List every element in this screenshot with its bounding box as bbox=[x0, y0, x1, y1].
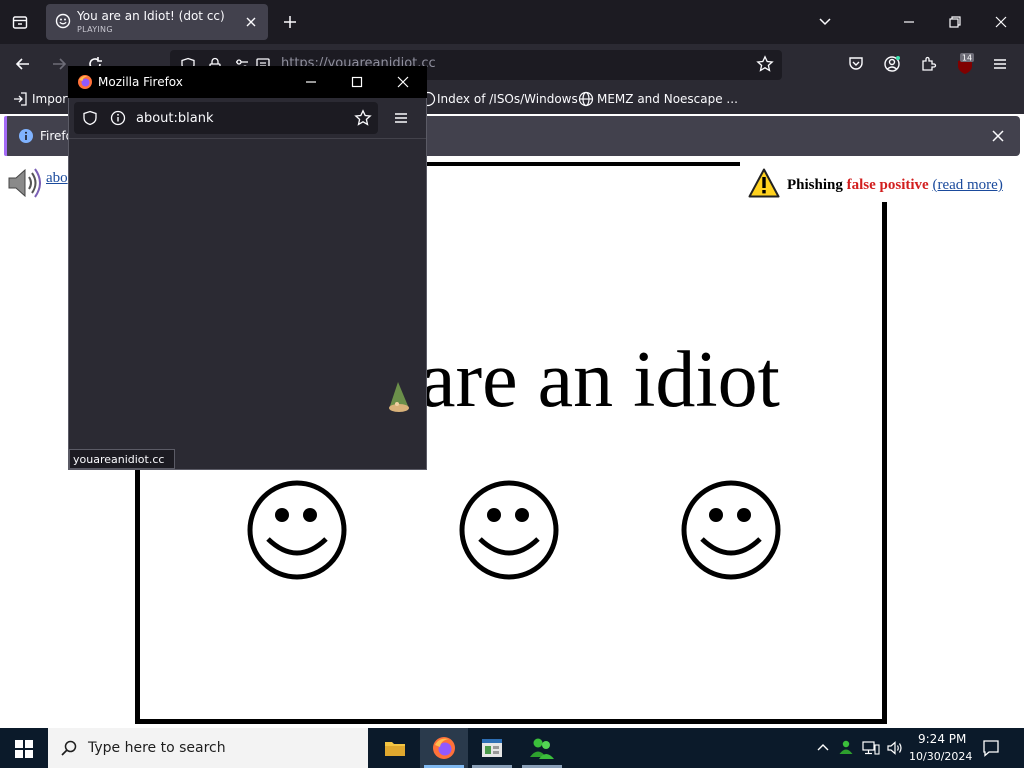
bookmark-index-isos[interactable]: Index of /ISOs/Windows bbox=[437, 92, 578, 106]
taskbar-search-placeholder: Type here to search bbox=[88, 740, 226, 756]
ublock-badge-count: 14 bbox=[962, 54, 972, 63]
smiley-favicon-icon bbox=[55, 13, 71, 29]
popup-close-icon[interactable] bbox=[397, 76, 409, 88]
volume-icon[interactable] bbox=[886, 740, 904, 756]
notification-center-icon[interactable] bbox=[982, 739, 1000, 757]
popup-bookmark-star-icon[interactable] bbox=[354, 109, 372, 127]
restore-icon[interactable] bbox=[948, 15, 962, 29]
firefox-logo-icon bbox=[77, 74, 93, 90]
forward-icon[interactable] bbox=[50, 55, 68, 73]
bookmark-star-icon[interactable] bbox=[756, 55, 774, 73]
popup-maximize-icon[interactable] bbox=[351, 76, 363, 88]
popup-content-area bbox=[69, 139, 426, 469]
warning-triangle-icon bbox=[748, 168, 780, 198]
smiley-face-icon bbox=[246, 479, 348, 581]
hamburger-menu-icon[interactable] bbox=[991, 55, 1009, 73]
popup-url-text[interactable]: about:blank bbox=[136, 111, 214, 126]
popup-minimize-icon[interactable] bbox=[305, 76, 317, 88]
gnome-hat-icon bbox=[386, 380, 412, 414]
ublock-icon[interactable]: 14 bbox=[955, 53, 975, 75]
tab-close-icon[interactable] bbox=[245, 16, 257, 28]
file-explorer-icon[interactable] bbox=[383, 736, 407, 760]
phishing-label: Phishing bbox=[787, 177, 843, 193]
popup-title: Mozilla Firefox bbox=[98, 75, 183, 89]
people-green-icon[interactable] bbox=[529, 735, 555, 761]
globe-icon bbox=[578, 91, 594, 107]
account-icon[interactable] bbox=[883, 55, 901, 73]
info-icon[interactable] bbox=[110, 110, 126, 126]
about-link[interactable]: abo bbox=[46, 170, 68, 187]
smiley-face-icon bbox=[680, 479, 782, 581]
info-icon bbox=[18, 128, 34, 144]
clock-date[interactable]: 10/30/2024 bbox=[909, 750, 972, 763]
phishing-warning-text: Phishing false positive (read more) bbox=[787, 177, 1003, 194]
new-tab-icon[interactable] bbox=[282, 14, 298, 30]
chevron-down-icon[interactable] bbox=[818, 16, 832, 28]
tab-title: You are an Idiot! (dot cc) bbox=[77, 9, 225, 23]
clock-time[interactable]: 9:24 PM bbox=[918, 732, 966, 746]
minimize-icon[interactable] bbox=[902, 16, 916, 28]
tab-list-icon[interactable] bbox=[12, 14, 28, 30]
import-icon bbox=[12, 91, 28, 107]
extensions-icon[interactable] bbox=[920, 55, 938, 73]
read-more-link[interactable]: (read more) bbox=[932, 177, 1002, 193]
false-positive-label: false positive bbox=[846, 177, 929, 193]
close-window-icon[interactable] bbox=[994, 15, 1008, 29]
notification-accent bbox=[4, 116, 7, 156]
user-tray-icon[interactable] bbox=[838, 739, 854, 755]
windows-start-icon[interactable] bbox=[15, 740, 33, 758]
tab-playing-label: PLAYING bbox=[77, 25, 113, 34]
chevron-up-icon[interactable] bbox=[816, 741, 830, 753]
bookmark-memz[interactable]: MEMZ and Noescape ... bbox=[597, 92, 738, 106]
popup-status-text: youareanidiot.cc bbox=[73, 453, 165, 466]
network-icon[interactable] bbox=[862, 740, 880, 756]
smiley-face-icon bbox=[458, 479, 560, 581]
shield-icon[interactable] bbox=[82, 110, 98, 126]
firefox-icon[interactable] bbox=[432, 736, 456, 760]
notification-close-icon[interactable] bbox=[991, 129, 1005, 143]
you-are-an-idiot-text: are an idiot bbox=[420, 336, 780, 424]
speaker-icon[interactable] bbox=[5, 165, 41, 201]
bookmark-import[interactable]: Import bbox=[32, 92, 72, 106]
app-window-icon[interactable] bbox=[480, 736, 504, 760]
pocket-icon[interactable] bbox=[847, 55, 865, 73]
back-icon[interactable] bbox=[14, 55, 32, 73]
popup-menu-icon[interactable] bbox=[393, 110, 409, 126]
search-icon bbox=[60, 739, 78, 757]
